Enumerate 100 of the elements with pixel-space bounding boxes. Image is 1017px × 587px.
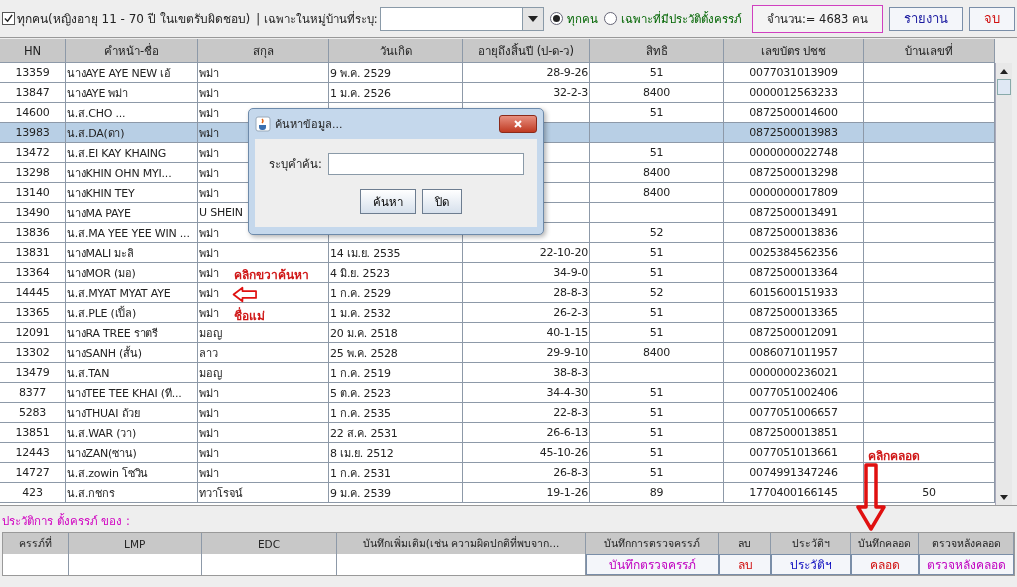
table-cell-text: นางMA PAYE: [67, 205, 131, 222]
table-cell: 13359: [15, 66, 50, 79]
table-cell-text: พม่า: [199, 465, 219, 482]
table-cell: 29-9-10: [546, 346, 588, 359]
table-cell-text: พม่า: [199, 265, 219, 282]
table-cell: 8400: [642, 186, 671, 199]
table-cell: 28-9-26: [546, 66, 588, 79]
table-cell: 13479: [15, 366, 50, 379]
table-cell-text: นางAYE AYE NEW เอ้: [67, 65, 171, 82]
table-cell: 0025384562356: [749, 246, 838, 259]
table-cell-text: พม่า: [199, 185, 219, 202]
table-cell: 26-6-13: [546, 426, 588, 439]
table-cell-text: 1 ก.ค. 2519: [330, 365, 391, 382]
table-cell-text: นางTEE TEE KHAI (ที...: [67, 385, 182, 402]
table-cell: 34-4-30: [546, 386, 588, 399]
table-cell: 28-8-3: [553, 286, 588, 299]
table-cell-text: พม่า: [199, 145, 219, 162]
table-cell-text: พม่า: [199, 65, 219, 82]
table-cell-text: 9 พ.ค. 2529: [330, 65, 391, 82]
table-cell: 0000000017809: [749, 186, 838, 199]
table-cell-text: 1 ม.ค. 2526: [330, 85, 391, 102]
table-cell-text: 8 เม.ย. 2512: [330, 445, 394, 462]
table-cell-text: พม่า: [199, 165, 219, 182]
village-label: | เฉพาะในหมู่บ้านที่ระบุ:: [256, 10, 378, 28]
table-cell-text: 14 เม.ย. 2535: [330, 245, 401, 262]
table-cell: 13298: [15, 166, 50, 179]
table-cell: 13302: [15, 346, 50, 359]
table-cell-text: พม่า: [199, 405, 219, 422]
table-cell-text: น.ส.zowin โซวิน: [67, 465, 149, 482]
table-cell: 13140: [15, 186, 50, 199]
table-cell-text: นางZAN(ซาน): [67, 445, 137, 462]
table-cell-text: น.ส.TAN: [67, 365, 110, 382]
table-cell: 51: [649, 386, 664, 399]
table-cell: 52: [649, 286, 664, 299]
table-cell: 13365: [15, 306, 50, 319]
table-cell: 22-10-20: [539, 246, 588, 259]
table-cell-text: พม่า: [199, 105, 219, 122]
annotation-text: คลิกคลอด: [868, 448, 920, 465]
table-cell: 0872500013364: [749, 266, 838, 279]
table-cell: 0077051006657: [749, 406, 838, 419]
table-cell: 14445: [15, 286, 50, 299]
table-cell: 26-8-3: [553, 466, 588, 479]
table-cell: 0000012563233: [749, 86, 838, 99]
table-cell: 13851: [15, 426, 50, 439]
table-cell: 0872500013983: [749, 126, 838, 139]
table-cell: 51: [649, 146, 664, 159]
table-cell-text: นางMOR (มอ): [67, 265, 136, 282]
table-cell-text: น.ส.CHO ...: [67, 105, 126, 122]
table-cell: 1770400166145: [749, 486, 838, 499]
table-cell-text: นางSANH (สั้น): [67, 345, 142, 362]
table-cell-text: น.ส.PLE (เปิ้ล): [67, 305, 137, 322]
table-cell: 0872500013836: [749, 226, 838, 239]
table-cell: 52: [649, 226, 664, 239]
table-cell: 51: [649, 106, 664, 119]
table-cell-text: 9 ม.ค. 2539: [330, 485, 391, 502]
table-cell: 0077051013661: [749, 446, 838, 459]
table-cell-text: นางAYE พม่า: [67, 85, 128, 102]
table-cell-text: มอญ: [199, 325, 222, 342]
table-cell-text: พม่า: [199, 305, 219, 322]
table-cell: 8400: [642, 86, 671, 99]
table-cell: 89: [649, 486, 664, 499]
table-cell-text: นางKHIN OHN MYI...: [67, 165, 172, 182]
table-cell: 51: [649, 466, 664, 479]
table-cell: 13836: [15, 226, 50, 239]
table-cell: 0872500014600: [749, 106, 838, 119]
table-cell-text: 5 ต.ค. 2523: [330, 385, 391, 402]
table-cell: 13983: [15, 126, 50, 139]
table-cell-text: มอญ: [199, 365, 222, 382]
table-cell-text: นางKHIN TEY: [67, 185, 135, 202]
table-cell: 40-1-15: [546, 326, 588, 339]
table-cell-text: ทวาโรจน์: [199, 485, 243, 502]
table-cell-text: 1 ก.ค. 2529: [330, 285, 391, 302]
annotation-text: ชื่อแม่: [234, 306, 265, 325]
table-cell: 51: [649, 66, 664, 79]
table-cell: 38-8-3: [553, 366, 588, 379]
table-cell: 51: [649, 306, 664, 319]
table-cell: 14600: [15, 106, 50, 119]
table-cell: 13847: [15, 86, 50, 99]
table-cell-text: พม่า: [199, 385, 219, 402]
table-cell: 5283: [18, 406, 47, 419]
table-cell: 0872500013851: [749, 426, 838, 439]
table-cell-text: 20 ม.ค. 2518: [330, 325, 398, 342]
table-cell: 13472: [15, 146, 50, 159]
table-cell: 51: [649, 266, 664, 279]
table-cell-text: พม่า: [199, 85, 219, 102]
table-cell-text: 1 ก.ค. 2535: [330, 405, 391, 422]
table-cell-text: พม่า: [199, 125, 219, 142]
table-cell: 0000000022748: [749, 146, 838, 159]
table-cell-text: น.ส.กชกร: [67, 485, 115, 502]
table-cell-text: น.ส.WAR (วา): [67, 425, 137, 442]
table-cell: 51: [649, 406, 664, 419]
table-cell: 14727: [15, 466, 50, 479]
table-cell: 22-8-3: [553, 406, 588, 419]
table-cell: 12091: [15, 326, 50, 339]
table-cell: 0872500013298: [749, 166, 838, 179]
table-cell-text: 22 ส.ค. 2531: [330, 425, 398, 442]
table-cell: 8377: [18, 386, 47, 399]
table-cell: 50: [922, 486, 936, 499]
table-cell-text: พม่า: [199, 445, 219, 462]
table-cell: 0086071011957: [749, 346, 838, 359]
